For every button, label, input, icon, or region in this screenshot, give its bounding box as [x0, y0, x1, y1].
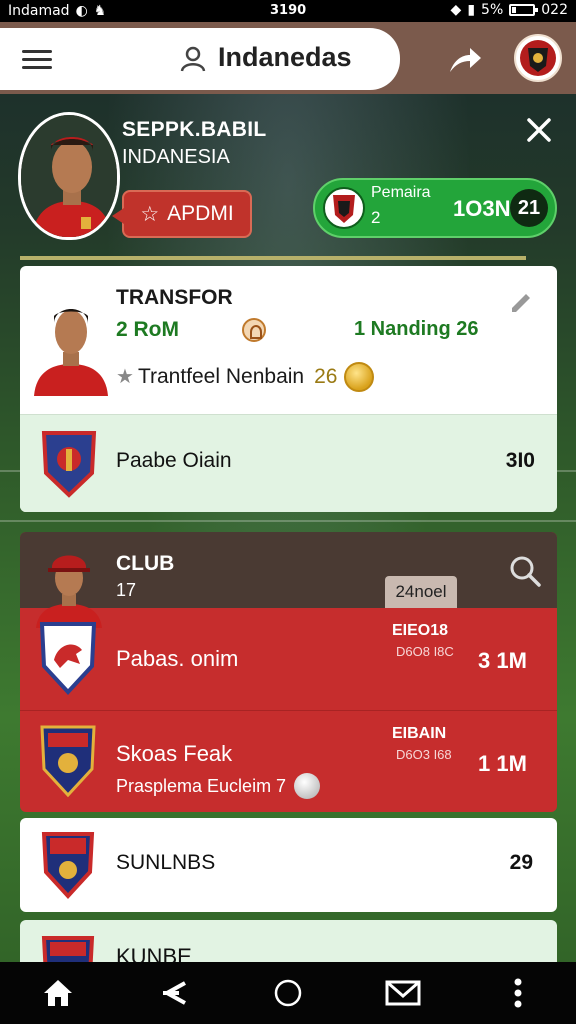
nav-mail[interactable] — [383, 973, 423, 1013]
stats-value: 1O3N — [453, 196, 511, 221]
club-detail: Prasplema Eucleim 7 — [116, 773, 321, 799]
transfer-text: Trantfeel Nenbain — [137, 364, 305, 388]
list-item-value: 29 — [509, 851, 533, 874]
app-title: Indanedas — [218, 42, 352, 72]
transfer-number: 26 — [314, 364, 338, 388]
list-item-value: 3I0 — [505, 449, 535, 472]
share-icon[interactable] — [448, 44, 482, 74]
clock-text: 022 — [541, 2, 568, 18]
club-code: EIEO18 — [392, 622, 449, 639]
rating-text: 2 RoM — [116, 318, 179, 341]
nav-back[interactable] — [153, 973, 193, 1013]
bottom-nav — [0, 962, 576, 1024]
battery-icon — [509, 4, 539, 16]
app-notification-icon: ♞ — [93, 3, 107, 19]
club-subcode: D6O8 I8C — [396, 644, 454, 659]
star-icon: ☆ — [140, 202, 160, 226]
player-avatar-icon — [21, 115, 117, 237]
coin-icon — [242, 318, 266, 342]
status-time: 3190 — [270, 3, 307, 18]
list-item-name: Paabe Oiain — [116, 449, 232, 472]
ball-icon — [294, 773, 321, 799]
nav-more[interactable] — [498, 973, 538, 1013]
top-bar: Indanedas — [0, 22, 576, 94]
club-tag[interactable]: 24noel — [385, 576, 457, 608]
club-code: EIBAIN — [392, 725, 447, 742]
home-icon — [43, 980, 72, 1006]
club-name: Skoas Feak — [116, 741, 233, 766]
club-price: 1 1M — [478, 751, 527, 776]
search-icon[interactable] — [508, 554, 542, 588]
edit-icon[interactable] — [508, 290, 534, 316]
ranking-text: 1 Nanding 26 — [354, 318, 479, 340]
club-name: Pabas. onim — [116, 646, 239, 671]
club-crest-icon — [41, 832, 95, 899]
club-crest-icon — [40, 725, 96, 798]
transfer-row: ★ Trantfeel Nenbain 26 — [116, 364, 337, 389]
close-icon[interactable] — [525, 116, 553, 144]
club-row[interactable]: Pabas. onim EIEO18 D6O8 I8C 3 1M — [20, 608, 557, 708]
club-crest-icon — [520, 40, 556, 76]
nav-home[interactable] — [38, 973, 78, 1013]
circle-icon — [274, 979, 302, 1007]
player-photo[interactable] — [18, 112, 120, 240]
back-icon — [162, 981, 186, 1005]
signal-icon: ▮ — [467, 2, 476, 18]
stats-sub: 2 — [371, 208, 381, 227]
status-bar: Indamad ◐ ♞ 3190 ◆ ▮ 5% 022 — [0, 0, 576, 22]
player-name: SEPPK.BABIL — [122, 118, 267, 141]
club-card: CLUB 17 24noel Pabas. onim EIEO18 D6O8 I… — [20, 532, 557, 812]
notification-icon: ◐ — [75, 3, 88, 19]
carrier-label: Indamad — [8, 3, 70, 19]
transfer-card[interactable]: TRANSFOR 2 RoM 1 Nanding 26 ★ Trantfeel … — [20, 266, 557, 512]
more-icon — [514, 978, 522, 1008]
star-outline-icon: ★ — [116, 366, 134, 388]
card-title: TRANSFOR — [116, 286, 233, 309]
mail-icon — [385, 980, 421, 1006]
club-detail-text: Prasplema Eucleim 7 — [116, 775, 287, 796]
player-thumbnail — [34, 309, 108, 396]
club-crest-icon — [41, 431, 97, 498]
club-badge-icon — [323, 187, 365, 229]
stats-label: Pemaira — [371, 184, 431, 201]
list-item-name: SUNLNBS — [116, 851, 216, 874]
divider — [20, 256, 526, 260]
battery-percent: 5% — [481, 2, 504, 18]
title-pill: Indanedas — [0, 28, 400, 90]
club-price: 3 1M — [478, 648, 527, 673]
club-subcode: D6O3 I68 — [396, 747, 452, 762]
profile-hero: SEPPK.BABIL INDANESIA ☆ APDMI Pemaira 2 … — [0, 94, 576, 264]
apply-button[interactable]: ☆ APDMI — [112, 190, 252, 238]
list-item[interactable]: SUNLNBS 29 — [20, 818, 557, 912]
club-crest-icon — [39, 622, 97, 695]
club-count: 17 — [116, 580, 137, 600]
stats-number-badge: 21 — [510, 189, 548, 227]
list-item[interactable]: Paabe Oiain 3I0 — [20, 414, 557, 512]
stats-pill[interactable]: Pemaira 2 1O3N 21 — [313, 178, 557, 238]
wifi-icon: ◆ — [450, 2, 462, 18]
club-avatar[interactable] — [514, 34, 562, 82]
nav-circle[interactable] — [268, 973, 308, 1013]
medal-icon — [344, 362, 374, 392]
person-icon — [180, 46, 206, 72]
apply-button-label: APDMI — [167, 202, 234, 225]
menu-icon[interactable] — [22, 50, 52, 70]
club-card-title: CLUB — [116, 552, 175, 575]
club-row[interactable]: Skoas Feak Prasplema Eucleim 7 EIBAIN D6… — [20, 710, 557, 810]
pitch-line — [0, 520, 576, 522]
player-country: INDANESIA — [122, 146, 230, 168]
